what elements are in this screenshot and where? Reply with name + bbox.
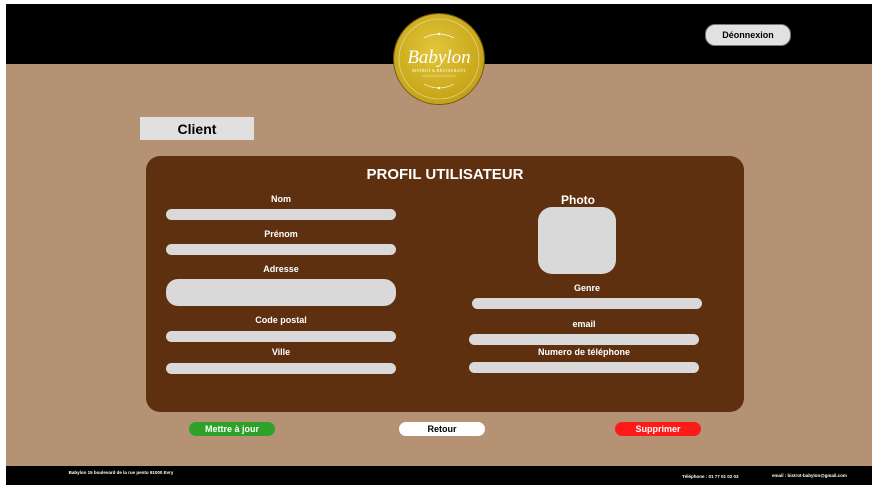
address-label: Adresse xyxy=(263,264,299,274)
gender-label: Genre xyxy=(573,283,600,293)
footer-address: Babylon 15 boulevard de la rue pentu 910… xyxy=(68,470,174,475)
first-name-label: Prénom xyxy=(264,229,298,239)
profile-card: PROFIL UTILISATEUR Nom Prénom Adresse Co… xyxy=(146,156,744,412)
city-label: Ville xyxy=(271,347,291,357)
footer-bar: Babylon 15 boulevard de la rue pentu 910… xyxy=(6,466,872,485)
update-button[interactable]: Mettre à jour xyxy=(189,422,275,436)
back-button[interactable]: Retour xyxy=(399,422,485,436)
phone-label: Numero de téléphone xyxy=(537,347,630,357)
postal-code-input[interactable] xyxy=(166,331,396,342)
first-name-input[interactable] xyxy=(166,244,396,255)
page-background: Déonnexion Babylon BISTROT & RESTAURANT … xyxy=(6,4,872,485)
logout-button[interactable]: Déonnexion xyxy=(705,24,791,46)
logo-emblem: Babylon BISTROT & RESTAURANT xyxy=(394,14,484,104)
footer-email: email : bistrot-babylon@gmail.com xyxy=(772,473,847,478)
logo-subtitle: BISTROT & RESTAURANT xyxy=(412,68,466,73)
last-name-input[interactable] xyxy=(166,209,396,220)
profile-title: PROFIL UTILISATEUR xyxy=(366,166,524,183)
section-tag: Client xyxy=(140,117,254,140)
address-input[interactable] xyxy=(166,279,396,306)
postal-code-label: Code postal xyxy=(255,315,307,325)
last-name-label: Nom xyxy=(271,194,291,204)
footer-phone: Téléphone : 01 77 01 02 03 xyxy=(682,474,739,479)
delete-button[interactable]: Supprimer xyxy=(615,422,701,436)
email-input[interactable] xyxy=(469,334,699,345)
photo-label: Photo xyxy=(561,193,595,207)
gender-input[interactable] xyxy=(472,298,702,309)
email-label: email xyxy=(572,319,596,329)
phone-input[interactable] xyxy=(469,362,699,373)
photo-placeholder[interactable] xyxy=(538,207,616,274)
logo-title: Babylon xyxy=(407,47,471,68)
city-input[interactable] xyxy=(166,363,396,374)
